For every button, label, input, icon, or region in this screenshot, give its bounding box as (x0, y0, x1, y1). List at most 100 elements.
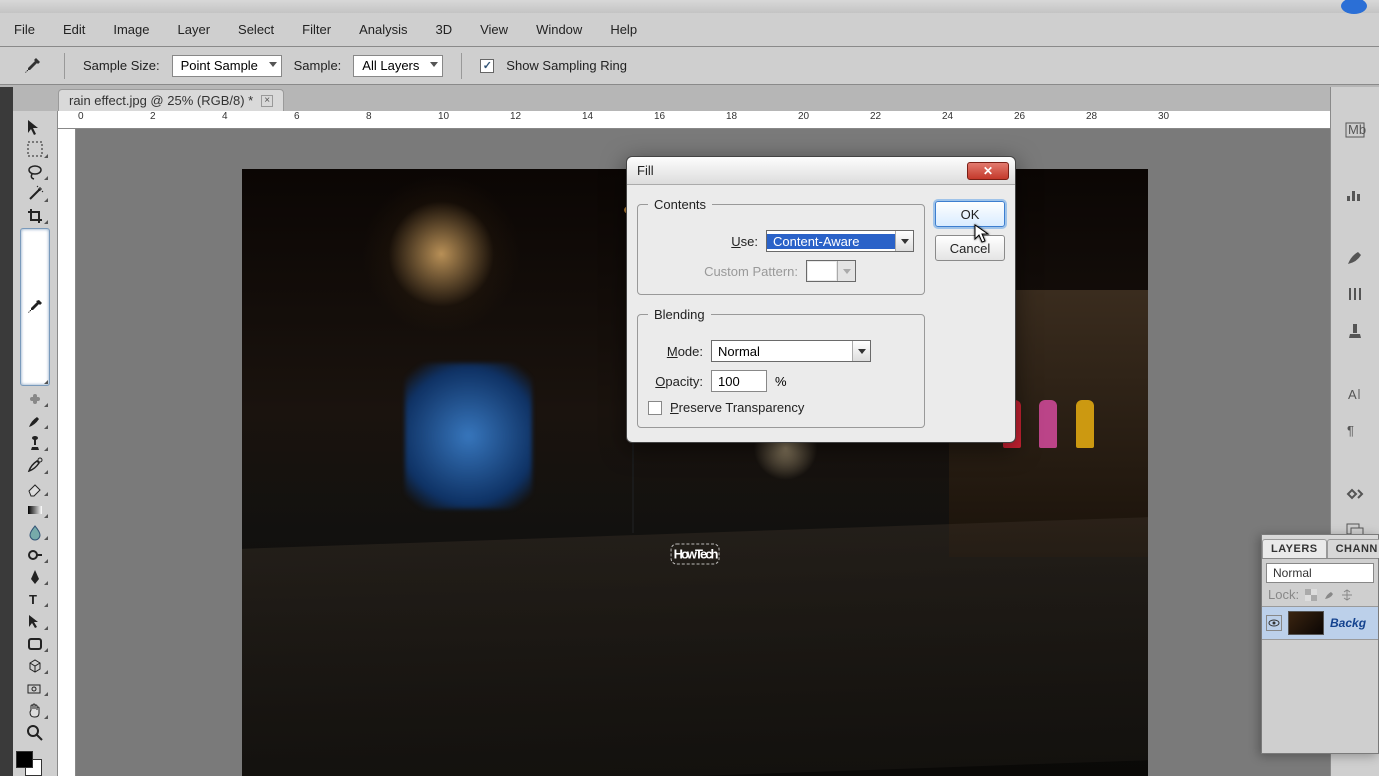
close-button[interactable]: ✕ (967, 162, 1009, 180)
custom-pattern-label: Custom Pattern: (648, 264, 798, 279)
brush-tool-icon[interactable] (20, 411, 50, 431)
marquee-tool-icon[interactable] (20, 139, 50, 159)
document-tab-row: rain effect.jpg @ 25% (RGB/8) * × (0, 85, 1379, 111)
menu-select[interactable]: Select (238, 22, 274, 37)
paragraph-icon[interactable]: ¶ (1338, 415, 1372, 445)
blending-legend: Blending (648, 307, 711, 322)
ruler-tick: 28 (1086, 111, 1097, 122)
blend-mode-select[interactable]: Normal (1266, 563, 1374, 583)
cancel-button[interactable]: Cancel (935, 235, 1005, 261)
show-ring-checkbox[interactable]: ✓ (480, 59, 494, 73)
pen-tool-icon[interactable] (20, 567, 50, 587)
lock-label: Lock: (1268, 587, 1299, 602)
chevron-down-icon[interactable] (852, 341, 870, 361)
wand-tool-icon[interactable] (20, 184, 50, 204)
document-tab[interactable]: rain effect.jpg @ 25% (RGB/8) * × (58, 89, 284, 111)
menu-analysis[interactable]: Analysis (359, 22, 407, 37)
sample-size-combo[interactable]: Point Sample (172, 55, 282, 77)
eyedropper-tool-icon[interactable] (18, 56, 46, 76)
crop-tool-icon[interactable] (20, 206, 50, 226)
path-select-tool-icon[interactable] (20, 611, 50, 631)
menu-filter[interactable]: Filter (302, 22, 331, 37)
menu-view[interactable]: View (480, 22, 508, 37)
hand-tool-icon[interactable] (20, 700, 50, 720)
menu-layer[interactable]: Layer (178, 22, 211, 37)
ruler-tick: 6 (294, 111, 300, 122)
brushes-icon[interactable] (1338, 243, 1372, 273)
custom-pattern-select (806, 260, 856, 282)
shape-tool-icon[interactable] (20, 634, 50, 654)
menu-3d[interactable]: 3D (435, 22, 452, 37)
ruler-vertical (58, 129, 76, 776)
3d-tool-icon[interactable] (20, 656, 50, 676)
blue-accent-icon (1341, 0, 1367, 14)
layer-name[interactable]: Backg (1330, 616, 1366, 630)
minibridge-icon[interactable]: Mb (1338, 115, 1372, 145)
character-icon[interactable]: A (1338, 379, 1372, 409)
dialog-titlebar[interactable]: Fill ✕ (627, 157, 1015, 185)
menu-image[interactable]: Image (113, 22, 149, 37)
svg-text:Mb: Mb (1348, 122, 1366, 137)
ruler-tick: 10 (438, 111, 449, 122)
layer-thumbnail[interactable] (1288, 611, 1324, 635)
foreground-swatch[interactable] (16, 751, 33, 768)
menu-file[interactable]: File (14, 22, 35, 37)
mode-select[interactable]: Normal (711, 340, 871, 362)
toolbox: T (13, 111, 58, 776)
sample-size-value: Point Sample (181, 58, 258, 73)
gradient-tool-icon[interactable] (20, 500, 50, 520)
mannequin-3 (1076, 400, 1094, 448)
opacity-value: 100 (718, 374, 740, 389)
clone-source-icon[interactable] (1338, 315, 1372, 345)
svg-text:T: T (29, 592, 37, 607)
ruler-tick: 24 (942, 111, 953, 122)
dodge-tool-icon[interactable] (20, 544, 50, 564)
lock-transparency-icon[interactable] (1305, 589, 1317, 601)
menu-help[interactable]: Help (610, 22, 637, 37)
tab-channels[interactable]: CHANN (1327, 539, 1379, 558)
chevron-down-icon[interactable] (895, 231, 913, 251)
lock-brush-icon[interactable] (1323, 589, 1335, 601)
close-icon[interactable]: × (261, 95, 273, 107)
type-tool-icon[interactable]: T (20, 589, 50, 609)
camera-tool-icon[interactable] (20, 678, 50, 698)
left-dark-strip (0, 87, 13, 776)
opacity-label: Opacity: (648, 374, 703, 389)
menu-window[interactable]: Window (536, 22, 582, 37)
brush-presets-icon[interactable] (1338, 279, 1372, 309)
color-swatches[interactable] (16, 751, 54, 776)
eraser-tool-icon[interactable] (20, 478, 50, 498)
ruler-tick: 2 (150, 111, 156, 122)
layers-panel: LAYERS CHANN Normal Lock: Backg (1261, 534, 1379, 754)
stamp-tool-icon[interactable] (20, 433, 50, 453)
tab-layers[interactable]: LAYERS (1262, 539, 1327, 558)
lasso-tool-icon[interactable] (20, 162, 50, 182)
show-ring-label: Show Sampling Ring (506, 58, 627, 73)
sample-combo[interactable]: All Layers (353, 55, 443, 77)
use-select[interactable]: Content-Aware (766, 230, 914, 252)
blue-light (405, 363, 532, 509)
ok-button[interactable]: OK (935, 201, 1005, 227)
blur-tool-icon[interactable] (20, 522, 50, 542)
layer-row[interactable]: Backg (1262, 606, 1378, 640)
tool-presets-icon[interactable] (1338, 479, 1372, 509)
lock-move-icon[interactable] (1341, 589, 1353, 601)
zoom-tool-icon[interactable] (20, 723, 50, 743)
mannequin-2 (1039, 400, 1057, 448)
eyedropper-tool-icon[interactable] (20, 228, 50, 386)
move-tool-icon[interactable] (20, 117, 50, 137)
ruler-tick: 4 (222, 111, 228, 122)
app-topbar (0, 0, 1379, 13)
percent-label: % (775, 374, 787, 389)
options-bar: Sample Size: Point Sample Sample: All La… (0, 47, 1379, 85)
histogram-icon[interactable] (1338, 179, 1372, 209)
separator (64, 53, 65, 79)
menu-edit[interactable]: Edit (63, 22, 85, 37)
visibility-icon[interactable] (1266, 615, 1282, 631)
preserve-transparency-checkbox[interactable] (648, 401, 662, 415)
heal-tool-icon[interactable] (20, 388, 50, 408)
ruler-tick: 12 (510, 111, 521, 122)
history-brush-tool-icon[interactable] (20, 455, 50, 475)
preserve-transparency-label: Preserve Transparency (670, 400, 804, 415)
opacity-input[interactable]: 100 (711, 370, 767, 392)
